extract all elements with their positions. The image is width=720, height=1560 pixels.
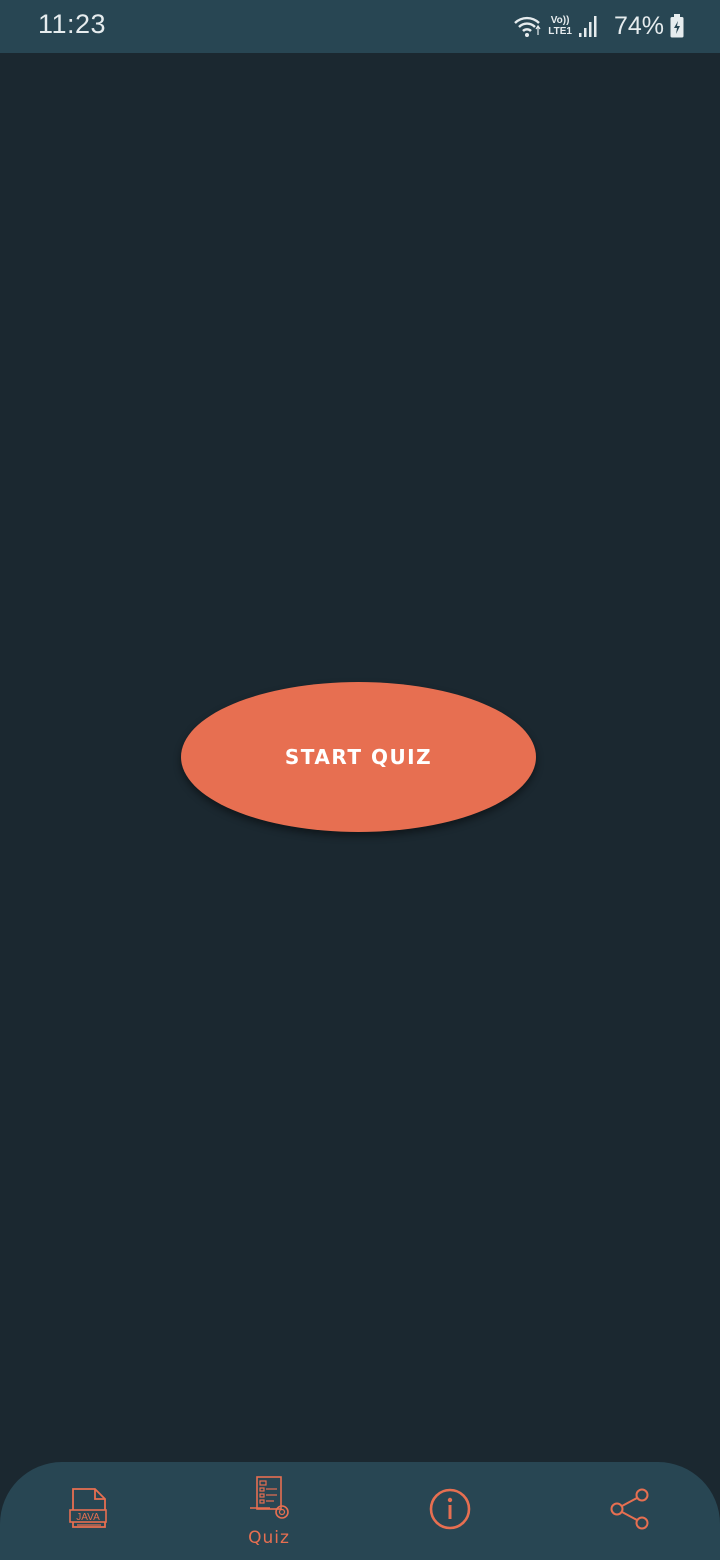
nav-item-java[interactable]: JAVA (29, 1462, 149, 1560)
volte-label: Vo)) (550, 15, 570, 26)
quiz-screen: 11:23 Vo)) LTE1 74% START QUIZ JAVA Quiz (0, 0, 720, 1560)
wifi-icon (512, 14, 542, 38)
lte-label: LTE1 (548, 26, 572, 37)
java-file-icon: JAVA (69, 1487, 109, 1536)
start-quiz-button[interactable]: START QUIZ (181, 682, 536, 832)
battery-charging-icon (670, 14, 684, 38)
nav-item-info[interactable] (390, 1462, 510, 1560)
status-time: 11:23 (38, 9, 107, 39)
share-icon (608, 1487, 652, 1536)
info-icon (428, 1487, 472, 1536)
network-type: Vo)) LTE1 (548, 15, 572, 37)
nav-label-quiz: Quiz (248, 1527, 290, 1548)
quiz-document-icon (248, 1475, 290, 1524)
status-bar: 11:23 Vo)) LTE1 74% (0, 0, 720, 53)
nav-item-quiz[interactable]: Quiz (209, 1462, 329, 1560)
svg-text:JAVA: JAVA (76, 1512, 100, 1523)
start-quiz-label: START QUIZ (284, 745, 433, 769)
nav-item-share[interactable] (570, 1462, 690, 1560)
signal-icon (578, 14, 600, 38)
status-icons: Vo)) LTE1 74% (512, 10, 684, 42)
battery-percent: 74% (613, 11, 664, 40)
bottom-navigation: JAVA Quiz (0, 1462, 720, 1560)
